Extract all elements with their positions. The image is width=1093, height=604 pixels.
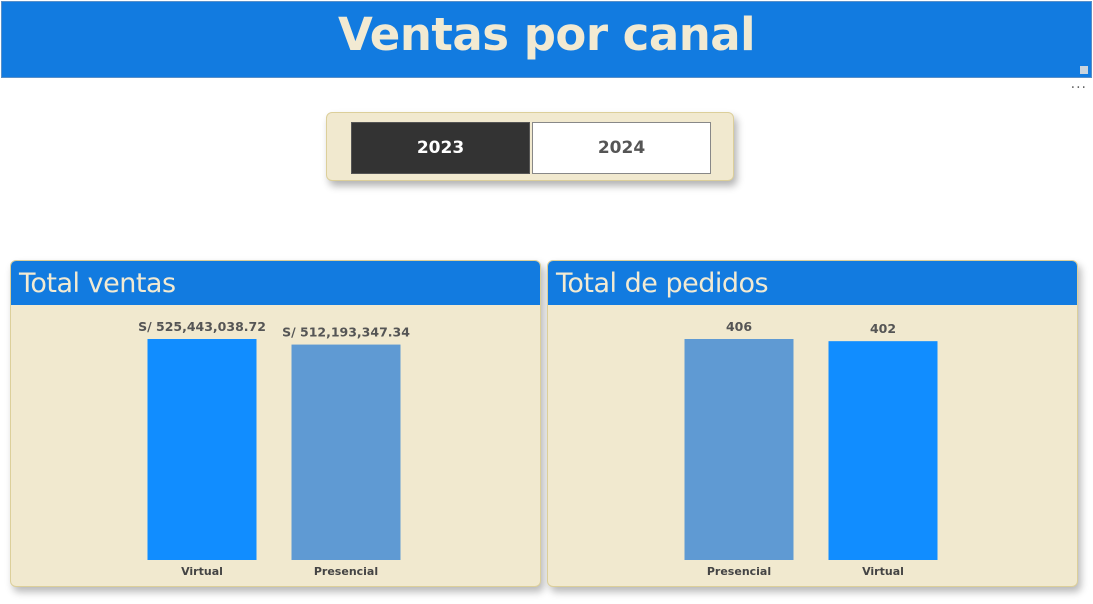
- year-option-2024[interactable]: 2024: [532, 122, 711, 174]
- page-title: Ventas por canal: [337, 8, 756, 61]
- card-header: Total ventas: [11, 261, 540, 305]
- data-label: S/ 512,193,347.34: [282, 325, 410, 340]
- total-ventas-card: Total ventas S/ 525,443,038.72 Virtual S/ …: [10, 260, 541, 587]
- bar-virtual[interactable]: [147, 339, 257, 560]
- category-label: Virtual: [862, 565, 904, 578]
- data-label: S/ 525,443,038.72: [138, 319, 266, 334]
- chart-title: Total de pedidos: [556, 267, 769, 299]
- data-label: 402: [870, 321, 896, 336]
- resize-handle[interactable]: [1080, 66, 1088, 74]
- bar-presencial[interactable]: [684, 339, 794, 560]
- bar-presencial[interactable]: [291, 344, 401, 560]
- data-label: 406: [726, 319, 752, 334]
- card-header: Total de pedidos: [548, 261, 1077, 305]
- total-pedidos-chart: 406 Presencial 402 Virtual: [684, 319, 938, 578]
- more-options-icon[interactable]: ···: [1071, 81, 1087, 95]
- category-label: Virtual: [181, 565, 223, 578]
- year-option-2023[interactable]: 2023: [351, 122, 530, 174]
- bar-virtual[interactable]: [828, 341, 938, 560]
- chart-title: Total ventas: [19, 267, 176, 299]
- total-ventas-chart: S/ 525,443,038.72 Virtual S/ 512,193,347.3…: [138, 319, 410, 578]
- category-label: Presencial: [707, 565, 771, 578]
- year-slicer: 2023 2024: [326, 112, 734, 181]
- report-header: Ventas por canal: [1, 1, 1092, 78]
- category-label: Presencial: [314, 565, 378, 578]
- total-pedidos-card: Total de pedidos 406 Presencial 402 Virtual: [547, 260, 1078, 587]
